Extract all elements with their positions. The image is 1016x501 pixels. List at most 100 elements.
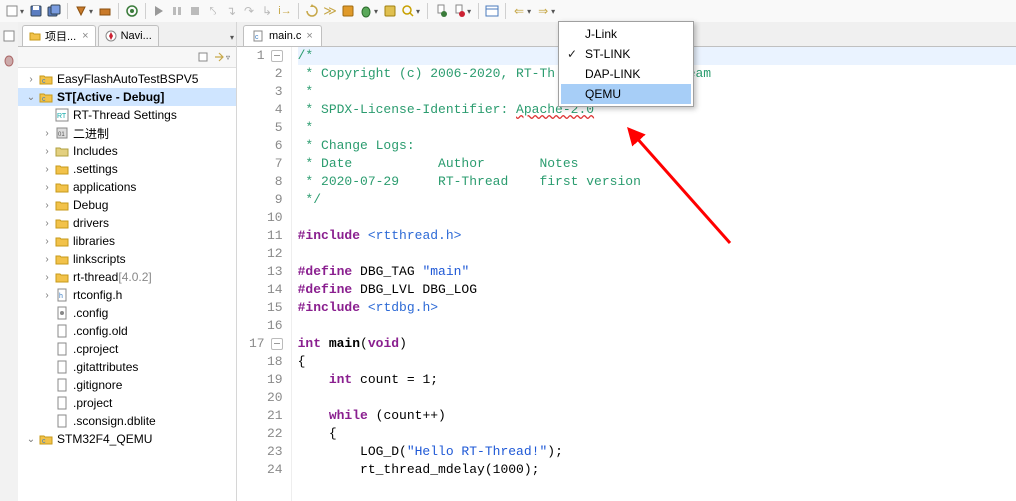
tree-item[interactable]: ›linkscripts: [18, 250, 236, 268]
code-line[interactable]: * Date Author Notes: [298, 155, 1016, 173]
flash-button[interactable]: [451, 3, 467, 19]
twisty-icon[interactable]: ⌄: [24, 92, 38, 103]
tree-item[interactable]: .cproject: [18, 340, 236, 358]
code-line[interactable]: rt_thread_mdelay(1000);: [298, 461, 1016, 479]
tab-navigator[interactable]: Navi...: [98, 25, 159, 46]
build-button[interactable]: [73, 3, 89, 19]
outline-sideicon[interactable]: [1, 28, 17, 44]
save-all-button[interactable]: [46, 3, 62, 19]
tree-item[interactable]: .config: [18, 304, 236, 322]
twisty-icon[interactable]: ›: [40, 200, 54, 211]
tree-item[interactable]: ›Includes: [18, 142, 236, 160]
step-out-button[interactable]: ↳: [259, 3, 275, 19]
dropdown-arrow-icon[interactable]: ▾: [20, 7, 24, 16]
dropdown-arrow-icon[interactable]: ▾: [551, 7, 555, 16]
code-lines[interactable]: /* * Copyright (c) 2006-2020, RT-Th eam …: [292, 47, 1016, 501]
code-line[interactable]: while (count++): [298, 407, 1016, 425]
code-editor[interactable]: 123456789101112131415161718192021222324 …: [237, 47, 1016, 501]
code-line[interactable]: #define DBG_TAG "main": [298, 263, 1016, 281]
debug-button[interactable]: [358, 3, 374, 19]
tree-item[interactable]: ›.settings: [18, 160, 236, 178]
tree-item[interactable]: ⌄cST [Active - Debug]: [18, 88, 236, 106]
tree-item[interactable]: .gitattributes: [18, 358, 236, 376]
code-line[interactable]: {: [298, 425, 1016, 443]
code-line[interactable]: [298, 209, 1016, 227]
code-line[interactable]: int count = 1;: [298, 371, 1016, 389]
twisty-icon[interactable]: ›: [40, 164, 54, 175]
tree-item[interactable]: ›applications: [18, 178, 236, 196]
code-line[interactable]: *: [298, 119, 1016, 137]
dropdown-arrow-icon[interactable]: ▾: [416, 7, 420, 16]
tree-item[interactable]: ›Debug: [18, 196, 236, 214]
dropdown-arrow-icon[interactable]: ▾: [527, 7, 531, 16]
twisty-icon[interactable]: ›: [40, 236, 54, 247]
view-menu-icon[interactable]: ▿: [226, 53, 230, 62]
tree-item[interactable]: ⌄cSTM32F4_QEMU: [18, 430, 236, 448]
code-line[interactable]: * 2020-07-29 RT-Thread first version: [298, 173, 1016, 191]
collapse-all-icon[interactable]: [196, 50, 210, 64]
search-button[interactable]: [400, 3, 416, 19]
twisty-icon[interactable]: ›: [40, 272, 54, 283]
code-line[interactable]: [298, 317, 1016, 335]
twisty-icon[interactable]: ›: [40, 128, 54, 139]
tree-item[interactable]: ›cEasyFlashAutoTestBSPV5: [18, 70, 236, 88]
build-all-button[interactable]: [97, 3, 113, 19]
code-line[interactable]: {: [298, 353, 1016, 371]
twisty-icon[interactable]: ›: [40, 290, 54, 301]
new-button[interactable]: [4, 3, 20, 19]
step-over-button[interactable]: ↷: [241, 3, 257, 19]
target-button[interactable]: [124, 3, 140, 19]
code-line[interactable]: #include <rtdbg.h>: [298, 299, 1016, 317]
bug-sideicon[interactable]: [1, 52, 17, 68]
twisty-icon[interactable]: ›: [40, 182, 54, 193]
instruction-step-button[interactable]: i→: [277, 3, 293, 19]
download-button[interactable]: [433, 3, 449, 19]
disconnect-button[interactable]: ⤣: [205, 3, 221, 19]
editor-tab-mainc[interactable]: c main.c ×: [243, 25, 322, 46]
resume-button[interactable]: [151, 3, 167, 19]
menu-item[interactable]: ST-LINK: [561, 44, 691, 64]
profile-button[interactable]: [382, 3, 398, 19]
code-line[interactable]: * Change Logs:: [298, 137, 1016, 155]
menu-item[interactable]: DAP-LINK: [561, 64, 691, 84]
debugger-select-menu[interactable]: J-LinkST-LINKDAP-LINKQEMU: [558, 21, 694, 107]
suspend-button[interactable]: [169, 3, 185, 19]
twisty-icon[interactable]: ⌄: [24, 434, 38, 445]
menu-item[interactable]: J-Link: [561, 24, 691, 44]
twisty-icon[interactable]: ›: [40, 254, 54, 265]
tree-item[interactable]: .sconsign.dblite: [18, 412, 236, 430]
menu-item[interactable]: QEMU: [561, 84, 691, 104]
stop-button[interactable]: [187, 3, 203, 19]
project-tree[interactable]: ›cEasyFlashAutoTestBSPV5⌄cST [Active - D…: [18, 68, 236, 501]
code-line[interactable]: #define DBG_LVL DBG_LOG: [298, 281, 1016, 299]
dropdown-arrow-icon[interactable]: ▾: [89, 7, 93, 16]
close-icon[interactable]: ×: [306, 30, 312, 42]
dropdown-arrow-icon[interactable]: ▾: [374, 7, 378, 16]
code-line[interactable]: LOG_D("Hello RT-Thread!");: [298, 443, 1016, 461]
code-line[interactable]: [298, 389, 1016, 407]
tree-item[interactable]: ›hrtconfig.h: [18, 286, 236, 304]
code-line[interactable]: int main(void): [298, 335, 1016, 353]
twisty-icon[interactable]: ›: [24, 74, 38, 85]
link-editor-icon[interactable]: [212, 50, 226, 64]
code-line[interactable]: #include <rtthread.h>: [298, 227, 1016, 245]
tab-overflow-icon[interactable]: ▾: [230, 33, 234, 42]
tree-item[interactable]: .config.old: [18, 322, 236, 340]
forward-button[interactable]: ⇒: [535, 3, 551, 19]
twisty-icon[interactable]: ›: [40, 146, 54, 157]
restart-button[interactable]: [304, 3, 320, 19]
skip-button[interactable]: ≫: [322, 3, 338, 19]
back-button[interactable]: ⇐: [511, 3, 527, 19]
twisty-icon[interactable]: ›: [40, 218, 54, 229]
step-into-button[interactable]: ↴: [223, 3, 239, 19]
tab-projects[interactable]: 项目... ×: [22, 25, 96, 46]
save-button[interactable]: [28, 3, 44, 19]
tree-item[interactable]: .project: [18, 394, 236, 412]
tree-item[interactable]: ›01二进制: [18, 124, 236, 142]
code-line[interactable]: [298, 245, 1016, 263]
tree-item[interactable]: .gitignore: [18, 376, 236, 394]
code-line[interactable]: */: [298, 191, 1016, 209]
dropdown-arrow-icon[interactable]: ▾: [467, 7, 471, 16]
tree-item[interactable]: ›libraries: [18, 232, 236, 250]
config-icon[interactable]: [340, 3, 356, 19]
